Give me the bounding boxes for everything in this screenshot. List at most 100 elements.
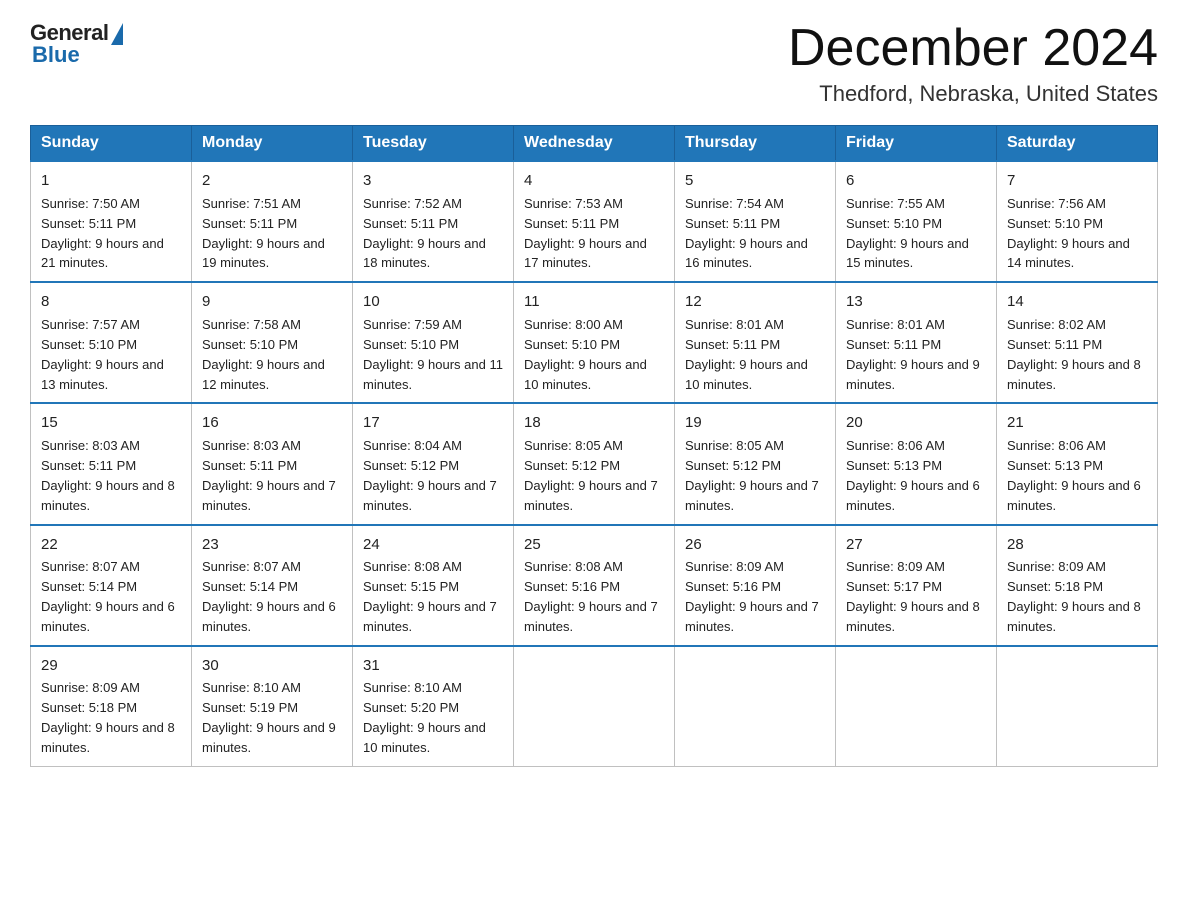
table-row: 22 Sunrise: 8:07 AMSunset: 5:14 PMDayligh… [31, 525, 192, 646]
title-block: December 2024 Thedford, Nebraska, United… [788, 20, 1158, 107]
table-row: 27 Sunrise: 8:09 AMSunset: 5:17 PMDayligh… [836, 525, 997, 646]
calendar-week-row: 29 Sunrise: 8:09 AMSunset: 5:18 PMDayligh… [31, 646, 1158, 767]
day-info: Sunrise: 8:08 AMSunset: 5:15 PMDaylight:… [363, 559, 497, 634]
table-row: 31 Sunrise: 8:10 AMSunset: 5:20 PMDayligh… [353, 646, 514, 767]
day-info: Sunrise: 7:50 AMSunset: 5:11 PMDaylight:… [41, 196, 164, 271]
day-number: 8 [41, 291, 181, 313]
table-row [675, 646, 836, 767]
day-info: Sunrise: 8:09 AMSunset: 5:16 PMDaylight:… [685, 559, 819, 634]
day-number: 2 [202, 170, 342, 192]
day-number: 1 [41, 170, 181, 192]
day-info: Sunrise: 8:07 AMSunset: 5:14 PMDaylight:… [202, 559, 336, 634]
day-number: 5 [685, 170, 825, 192]
day-number: 9 [202, 291, 342, 313]
table-row: 29 Sunrise: 8:09 AMSunset: 5:18 PMDayligh… [31, 646, 192, 767]
day-number: 12 [685, 291, 825, 313]
logo-blue-text: Blue [32, 42, 80, 68]
table-row: 2Sunrise: 7:51 AMSunset: 5:11 PMDaylight… [192, 161, 353, 282]
day-info: Sunrise: 7:52 AMSunset: 5:11 PMDaylight:… [363, 196, 486, 271]
day-info: Sunrise: 8:10 AMSunset: 5:20 PMDaylight:… [363, 680, 486, 755]
header-saturday: Saturday [997, 126, 1158, 162]
day-info: Sunrise: 8:01 AMSunset: 5:11 PMDaylight:… [685, 317, 808, 392]
table-row: 30Sunrise: 8:10 AMSunset: 5:19 PMDayligh… [192, 646, 353, 767]
day-number: 10 [363, 291, 503, 313]
table-row: 1 Sunrise: 7:50 AMSunset: 5:11 PMDaylight… [31, 161, 192, 282]
day-number: 23 [202, 534, 342, 556]
table-row: 17 Sunrise: 8:04 AMSunset: 5:12 PMDayligh… [353, 403, 514, 524]
header-wednesday: Wednesday [514, 126, 675, 162]
day-number: 24 [363, 534, 503, 556]
table-row: 6 Sunrise: 7:55 AMSunset: 5:10 PMDaylight… [836, 161, 997, 282]
day-number: 17 [363, 412, 503, 434]
table-row [997, 646, 1158, 767]
day-number: 20 [846, 412, 986, 434]
day-info: Sunrise: 7:55 AMSunset: 5:10 PMDaylight:… [846, 196, 969, 271]
day-number: 25 [524, 534, 664, 556]
day-info: Sunrise: 7:58 AMSunset: 5:10 PMDaylight:… [202, 317, 325, 392]
table-row: 20Sunrise: 8:06 AMSunset: 5:13 PMDayligh… [836, 403, 997, 524]
day-info: Sunrise: 8:06 AMSunset: 5:13 PMDaylight:… [1007, 438, 1141, 513]
calendar-week-row: 8 Sunrise: 7:57 AMSunset: 5:10 PMDaylight… [31, 282, 1158, 403]
table-row: 24 Sunrise: 8:08 AMSunset: 5:15 PMDayligh… [353, 525, 514, 646]
day-number: 13 [846, 291, 986, 313]
calendar-week-row: 15 Sunrise: 8:03 AMSunset: 5:11 PMDayligh… [31, 403, 1158, 524]
day-info: Sunrise: 7:54 AMSunset: 5:11 PMDaylight:… [685, 196, 808, 271]
day-number: 4 [524, 170, 664, 192]
day-number: 30 [202, 655, 342, 677]
table-row: 18Sunrise: 8:05 AMSunset: 5:12 PMDayligh… [514, 403, 675, 524]
day-number: 28 [1007, 534, 1147, 556]
table-row: 9 Sunrise: 7:58 AMSunset: 5:10 PMDaylight… [192, 282, 353, 403]
weekday-header-row: Sunday Monday Tuesday Wednesday Thursday… [31, 126, 1158, 162]
day-info: Sunrise: 7:53 AMSunset: 5:11 PMDaylight:… [524, 196, 647, 271]
table-row [836, 646, 997, 767]
month-title: December 2024 [788, 20, 1158, 77]
day-info: Sunrise: 8:03 AMSunset: 5:11 PMDaylight:… [202, 438, 336, 513]
table-row: 14Sunrise: 8:02 AMSunset: 5:11 PMDayligh… [997, 282, 1158, 403]
day-number: 11 [524, 291, 664, 313]
day-info: Sunrise: 8:05 AMSunset: 5:12 PMDaylight:… [685, 438, 819, 513]
day-number: 31 [363, 655, 503, 677]
day-info: Sunrise: 8:07 AMSunset: 5:14 PMDaylight:… [41, 559, 175, 634]
day-info: Sunrise: 8:03 AMSunset: 5:11 PMDaylight:… [41, 438, 175, 513]
day-info: Sunrise: 8:02 AMSunset: 5:11 PMDaylight:… [1007, 317, 1141, 392]
table-row: 4 Sunrise: 7:53 AMSunset: 5:11 PMDaylight… [514, 161, 675, 282]
day-info: Sunrise: 7:59 AMSunset: 5:10 PMDaylight:… [363, 317, 503, 392]
page-header: General Blue December 2024 Thedford, Neb… [30, 20, 1158, 107]
table-row: 3Sunrise: 7:52 AMSunset: 5:11 PMDaylight… [353, 161, 514, 282]
table-row: 10 Sunrise: 7:59 AMSunset: 5:10 PMDayligh… [353, 282, 514, 403]
logo: General Blue [30, 20, 123, 68]
table-row: 13 Sunrise: 8:01 AMSunset: 5:11 PMDayligh… [836, 282, 997, 403]
day-number: 7 [1007, 170, 1147, 192]
location-title: Thedford, Nebraska, United States [788, 81, 1158, 107]
header-thursday: Thursday [675, 126, 836, 162]
header-monday: Monday [192, 126, 353, 162]
table-row: 5 Sunrise: 7:54 AMSunset: 5:11 PMDaylight… [675, 161, 836, 282]
day-number: 22 [41, 534, 181, 556]
day-info: Sunrise: 8:00 AMSunset: 5:10 PMDaylight:… [524, 317, 647, 392]
table-row: 23 Sunrise: 8:07 AMSunset: 5:14 PMDayligh… [192, 525, 353, 646]
calendar-week-row: 22 Sunrise: 8:07 AMSunset: 5:14 PMDayligh… [31, 525, 1158, 646]
day-number: 27 [846, 534, 986, 556]
day-info: Sunrise: 8:09 AMSunset: 5:17 PMDaylight:… [846, 559, 980, 634]
day-number: 19 [685, 412, 825, 434]
table-row: 21 Sunrise: 8:06 AMSunset: 5:13 PMDayligh… [997, 403, 1158, 524]
day-info: Sunrise: 8:05 AMSunset: 5:12 PMDaylight:… [524, 438, 658, 513]
table-row: 7 Sunrise: 7:56 AMSunset: 5:10 PMDaylight… [997, 161, 1158, 282]
table-row: 25 Sunrise: 8:08 AMSunset: 5:16 PMDayligh… [514, 525, 675, 646]
table-row: 15 Sunrise: 8:03 AMSunset: 5:11 PMDayligh… [31, 403, 192, 524]
calendar-week-row: 1 Sunrise: 7:50 AMSunset: 5:11 PMDaylight… [31, 161, 1158, 282]
table-row [514, 646, 675, 767]
day-number: 26 [685, 534, 825, 556]
day-number: 21 [1007, 412, 1147, 434]
day-info: Sunrise: 7:56 AMSunset: 5:10 PMDaylight:… [1007, 196, 1130, 271]
day-info: Sunrise: 8:04 AMSunset: 5:12 PMDaylight:… [363, 438, 497, 513]
header-sunday: Sunday [31, 126, 192, 162]
day-number: 15 [41, 412, 181, 434]
day-number: 6 [846, 170, 986, 192]
day-info: Sunrise: 8:08 AMSunset: 5:16 PMDaylight:… [524, 559, 658, 634]
day-number: 29 [41, 655, 181, 677]
day-info: Sunrise: 7:57 AMSunset: 5:10 PMDaylight:… [41, 317, 164, 392]
day-info: Sunrise: 8:01 AMSunset: 5:11 PMDaylight:… [846, 317, 980, 392]
day-info: Sunrise: 8:09 AMSunset: 5:18 PMDaylight:… [41, 680, 175, 755]
table-row: 19 Sunrise: 8:05 AMSunset: 5:12 PMDayligh… [675, 403, 836, 524]
